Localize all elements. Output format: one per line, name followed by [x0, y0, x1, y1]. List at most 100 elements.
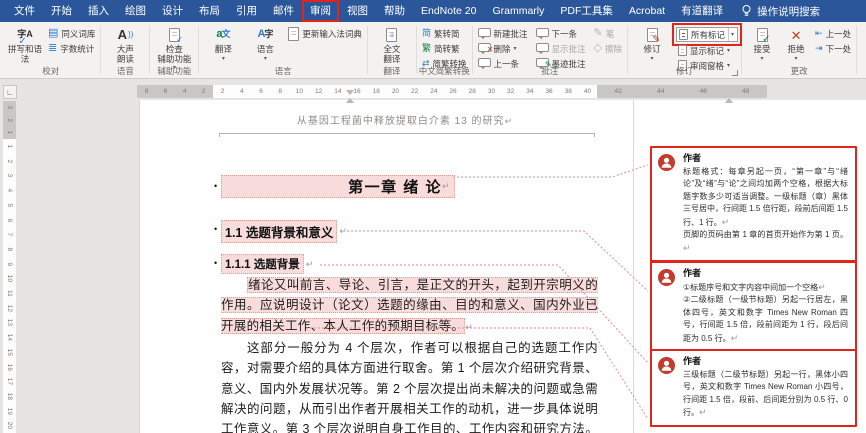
author-avatar-icon — [658, 357, 675, 374]
full-translate-icon: a — [386, 26, 397, 44]
translate-icon: a 文 — [216, 26, 230, 44]
dropdown-caret[interactable]: ▾ — [728, 28, 736, 41]
pen-button[interactable]: ✎ 笔 — [592, 27, 624, 40]
tab-mailings[interactable]: 邮件 — [265, 0, 302, 22]
show-comments-icon — [536, 43, 549, 52]
dropdown-caret: ▾ — [514, 46, 517, 52]
simp-to-trad-button[interactable]: 繁 简转繁 — [420, 42, 469, 55]
dialog-launcher-icon[interactable] — [732, 70, 738, 76]
tab-review-active[interactable]: 审阅 — [302, 0, 339, 22]
tab-design[interactable]: 设计 — [154, 0, 191, 22]
markup-doc-icon — [679, 29, 688, 40]
chapter-heading[interactable]: 第一章 绪 论↵ — [221, 175, 455, 198]
eraser-icon: ◇ — [594, 43, 602, 54]
group-label-comments: 批注 — [473, 65, 628, 77]
trad-to-simp-icon: 简 — [422, 28, 431, 39]
eraser-button[interactable]: ◇ 擦除 — [592, 42, 624, 55]
track-changes-icon: ✎ — [647, 26, 658, 44]
tab-layout[interactable]: 布局 — [191, 0, 228, 22]
subsection-heading[interactable]: 1.1.1 选题背景 ↵ — [221, 254, 313, 274]
translate-button[interactable]: a 文 翻译 ▾ — [202, 25, 244, 63]
paragraph-mark: ↵ — [339, 226, 347, 237]
compare-button[interactable]: 比较 ▾ — [860, 25, 866, 63]
group-label-speech: 语音 — [101, 65, 149, 77]
paragraph-2[interactable]: 这部分一般分为 4 个层次，作者可以根据自己的选题工作内容，对需要介绍的具体方面… — [221, 338, 598, 433]
tab-insert[interactable]: 插入 — [80, 0, 117, 22]
trad-to-simp-button[interactable]: 简 繁转简 — [420, 27, 469, 40]
tab-view[interactable]: 视图 — [339, 0, 376, 22]
spelling-grammar-button[interactable]: 字A ✓ 拼写和语法 — [4, 25, 46, 65]
full-translate-button[interactable]: a 全文 翻译 — [371, 25, 413, 65]
next-comment-button[interactable]: 下一条 — [534, 27, 588, 40]
heading-bullet: • — [214, 226, 217, 232]
comment-text: ①标题序号和文字内容中间加一个空格↵ — [683, 281, 848, 295]
previous-change-button[interactable]: ⇤ 上一处 — [813, 27, 853, 40]
thesaurus-icon: ▤ — [48, 28, 58, 39]
first-line-indent-marker[interactable] — [346, 90, 354, 95]
next-change-button[interactable]: ⇥ 下一处 — [813, 42, 853, 55]
new-comment-button[interactable]: 新建批注 — [476, 27, 530, 40]
dropdown-caret: ▾ — [651, 56, 654, 62]
dropdown-caret: ▾ — [795, 56, 798, 62]
ribbon-tab-bar: 文件 开始 插入 绘图 设计 布局 引用 邮件 审阅 视图 帮助 EndNote… — [0, 0, 866, 22]
show-markup-button[interactable]: 显示标记 ▾ — [676, 44, 738, 57]
display-for-review-dropdown[interactable]: 所有标记 ▾ — [676, 27, 738, 42]
delete-comment-button[interactable]: ✕ 删除 ▾ — [476, 42, 530, 55]
tab-references[interactable]: 引用 — [228, 0, 265, 22]
read-aloud-button[interactable]: A )) 大声 朗读 — [104, 25, 146, 65]
tab-endnote[interactable]: EndNote 20 — [413, 0, 484, 22]
ruler-top-margin: 321 — [3, 101, 16, 139]
comment-author: 作者 — [683, 152, 848, 165]
ruler-right-margin: 42444648 — [597, 85, 767, 98]
tab-help[interactable]: 帮助 — [376, 0, 413, 22]
dropdown-caret: ▾ — [761, 56, 764, 62]
tab-grammarly[interactable]: Grammarly — [484, 0, 552, 22]
show-markup-icon — [678, 45, 687, 56]
comment-card-3[interactable]: 作者 三级标题（二级节标题）另起一行，黑体小四号，英文和数字 Times New… — [650, 349, 857, 427]
hanging-indent-marker[interactable] — [346, 98, 354, 103]
comment-text: 三级标题（二级节标题）另起一行，黑体小四号，英文和数字 Times New Ro… — [683, 369, 848, 420]
word-count-icon: ≣ — [48, 43, 57, 54]
accept-icon: ✓ — [757, 26, 768, 44]
ruler-text-area: 246810121416182022242628303234363840 — [213, 85, 597, 98]
section-heading-highlight: 1.1 选题背景和意义 — [221, 220, 337, 243]
word-count-button[interactable]: ≣ 字数统计 — [46, 42, 97, 55]
tab-acrobat[interactable]: Acrobat — [621, 0, 673, 22]
right-indent-marker[interactable] — [725, 98, 733, 103]
accept-button[interactable]: ✓ 接受 ▾ — [745, 25, 779, 63]
ruler-left-margin: 8642 — [137, 85, 213, 98]
comment-card-1[interactable]: 作者 标题格式：每章另起一页，“第一章”与“绪论”及“绪”与“论”之间均加两个空… — [650, 146, 857, 262]
dropdown-caret: ▾ — [264, 56, 267, 62]
language-button[interactable]: A 字 语言 ▾ — [244, 25, 286, 63]
comment-card-2[interactable]: 作者 ①标题序号和文字内容中间加一个空格↵ ②二级标题（一级节标题）另起一行居左… — [650, 261, 857, 352]
update-ime-dictionary-button[interactable]: 更新输入法词典 — [286, 27, 364, 40]
heading-bullet: • — [214, 260, 217, 266]
ribbon-group-speech: A )) 大声 朗读 语音 — [101, 23, 149, 78]
chapter-heading-highlight: 第一章 绪 论↵ — [221, 175, 455, 198]
ribbon-group-tracking: ✎ 修订 ▾ 所有标记 ▾ 显示标记 ▾ 审阅窗格 — [628, 23, 741, 78]
group-label-compare: 比较 — [857, 65, 866, 77]
section-heading[interactable]: 1.1 选题背景和意义 ↵ — [221, 220, 347, 243]
paragraph-mark: ↵ — [442, 181, 451, 192]
tab-draw[interactable]: 绘图 — [117, 0, 154, 22]
ribbon-group-language: a 文 翻译 ▾ A 字 语言 ▾ 更新输入法词典 语言 — [199, 23, 367, 78]
track-changes-button[interactable]: ✎ 修订 ▾ — [631, 25, 673, 63]
tab-home[interactable]: 开始 — [43, 0, 80, 22]
show-comments-button[interactable]: 显示批注 — [534, 42, 588, 55]
previous-change-icon: ⇤ — [815, 28, 823, 39]
ribbon-group-proofing: 字A ✓ 拼写和语法 ▤ 同义词库 ≣ 字数统计 校对 — [1, 23, 100, 78]
comment-author: 作者 — [683, 267, 848, 280]
author-avatar-icon — [658, 154, 675, 171]
tab-file[interactable]: 文件 — [6, 0, 43, 22]
tab-youdao-translate[interactable]: 有道翻译 — [673, 0, 731, 22]
simp-to-trad-icon: 繁 — [422, 43, 431, 54]
ruler-vertical-text-area: 1234567891011121314151617181920 — [3, 139, 16, 433]
thesaurus-button[interactable]: ▤ 同义词库 — [46, 27, 97, 40]
new-comment-icon — [478, 28, 491, 37]
comment-text: 标题格式：每章另起一页，“第一章”与“绪论”及“绪”与“论”之间均加两个空格，根… — [683, 166, 848, 230]
tab-pdf-tools[interactable]: PDF工具集 — [552, 0, 621, 22]
paragraph-1[interactable]: 绪论又叫前言、导论、引言，是正文的开头，起到开宗明义的作用。应说明设计（论文）选… — [221, 275, 598, 337]
reject-button[interactable]: ✕ 拒绝 ▾ — [779, 25, 813, 63]
tab-stop-selector[interactable]: ∟ — [3, 85, 17, 99]
tell-me-search[interactable]: 操作说明搜索 — [741, 4, 820, 19]
